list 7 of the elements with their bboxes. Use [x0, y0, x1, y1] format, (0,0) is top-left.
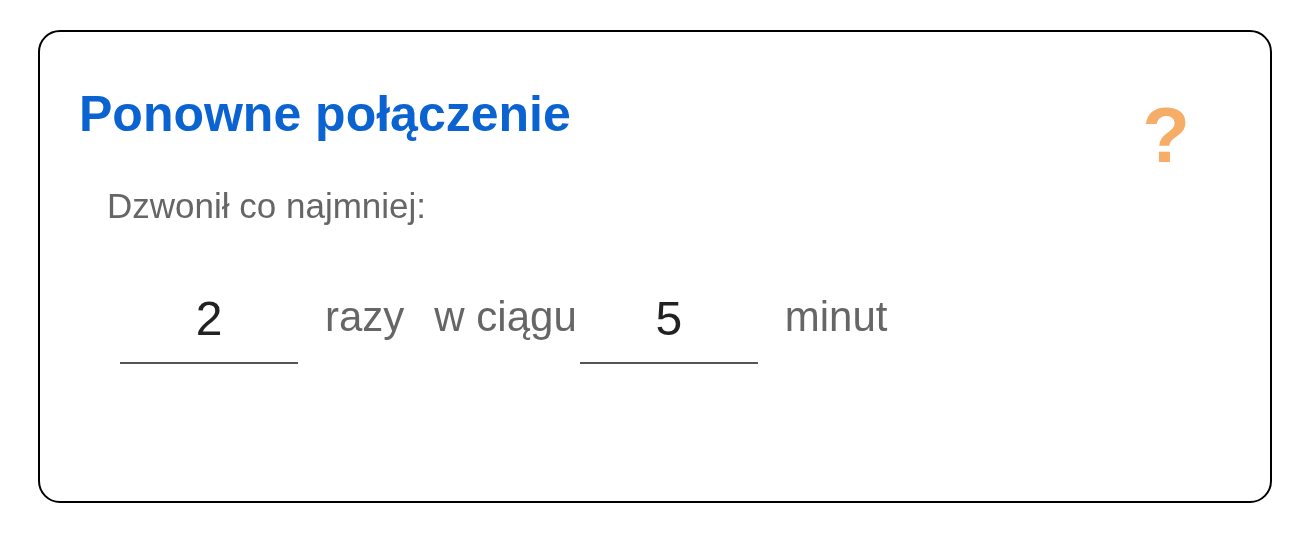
- number-input-field[interactable]: 2: [120, 288, 298, 364]
- number-input-field[interactable]: 5: [579, 288, 758, 364]
- unit-label: minut: [783, 292, 888, 342]
- card-title: Ponowne połączenie: [79, 85, 571, 144]
- unit-label: w ciągu: [433, 292, 577, 342]
- unit-label: razy: [324, 292, 405, 342]
- field-label: Dzwonił co najmniej:: [107, 185, 428, 227]
